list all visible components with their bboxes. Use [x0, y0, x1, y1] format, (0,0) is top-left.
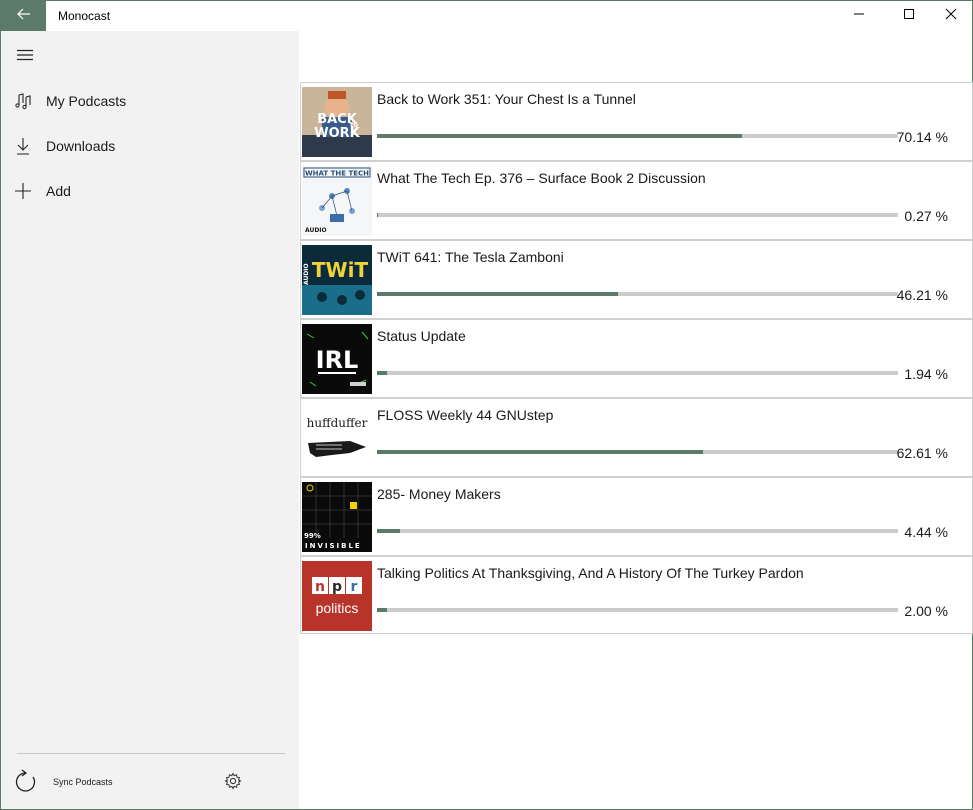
- episode-artwork: TWiT AUDIO: [302, 245, 372, 315]
- progress-fill: [377, 608, 388, 612]
- minimize-icon: [853, 7, 865, 25]
- progress-bar: [377, 450, 898, 454]
- episode-artwork: WHAT THE TECH AUDIO: [302, 166, 372, 236]
- progress-fill: [377, 450, 704, 454]
- episode-row[interactable]: IRL Status Update 1.94 %: [300, 319, 973, 398]
- sidebar-item-label: Add: [46, 183, 71, 199]
- sidebar-item-my-podcasts[interactable]: My Podcasts: [1, 81, 299, 121]
- sync-label: Sync Podcasts: [53, 777, 113, 787]
- episode-artwork: huffduffer: [302, 403, 372, 473]
- music-notes-icon: [13, 91, 33, 111]
- progress-bar: [377, 529, 898, 533]
- artwork-text: n: [315, 579, 325, 595]
- episode-row[interactable]: 99% INVISIBLE 285- Money Makers 4.44 %: [300, 477, 973, 556]
- episode-title: 285- Money Makers: [377, 486, 501, 502]
- artwork-text: IRL: [316, 346, 359, 374]
- progress-percent: 70.14 %: [896, 129, 948, 145]
- artwork-text: p: [332, 579, 342, 595]
- sidebar: My Podcasts Downloads Add Sync Podcasts: [1, 31, 299, 809]
- app-window: Monocast My Podcasts Downloads Add Sync …: [0, 0, 973, 810]
- progress-percent: 46.21 %: [896, 287, 948, 303]
- artwork-text: WHAT THE TECH: [305, 170, 369, 178]
- sidebar-divider: [17, 753, 285, 754]
- menu-button[interactable]: [7, 41, 43, 73]
- refresh-icon: [13, 769, 39, 795]
- progress-bar: [377, 292, 898, 296]
- sync-podcasts-button[interactable]: Sync Podcasts: [11, 767, 211, 797]
- back-button[interactable]: [1, 1, 46, 31]
- progress-percent: 0.27 %: [904, 208, 948, 224]
- maximize-button[interactable]: [886, 1, 932, 31]
- episode-artwork: 99% INVISIBLE: [302, 482, 372, 552]
- artwork-text: AUDIO: [303, 263, 310, 285]
- sidebar-item-add[interactable]: Add: [1, 171, 299, 211]
- episode-row[interactable]: BACK to WORK Back to Work 351: Your Ches…: [300, 82, 973, 161]
- plus-icon: [13, 181, 33, 201]
- sidebar-item-label: My Podcasts: [46, 93, 127, 109]
- artwork-text: WORK: [314, 126, 360, 141]
- settings-button[interactable]: [221, 771, 245, 795]
- progress-fill: [377, 134, 743, 138]
- arrow-left-icon: [16, 7, 31, 25]
- artwork-text: huffduffer: [307, 416, 368, 430]
- progress-percent: 4.44 %: [904, 524, 948, 540]
- episode-row[interactable]: n p r politics Talking Politics At Thank…: [300, 556, 973, 634]
- sidebar-item-downloads[interactable]: Downloads: [1, 126, 299, 166]
- title-bar: Monocast: [1, 1, 972, 31]
- progress-fill: [377, 292, 618, 296]
- episode-title: Talking Politics At Thanksgiving, And A …: [377, 565, 804, 581]
- artwork-text: TWiT: [312, 258, 369, 282]
- minimize-button[interactable]: [836, 1, 882, 31]
- progress-percent: 1.94 %: [904, 366, 948, 382]
- sidebar-item-label: Downloads: [46, 138, 116, 154]
- episode-row[interactable]: huffduffer FLOSS Weekly 44 GNUstep 62.61…: [300, 398, 973, 477]
- episode-row[interactable]: TWiT AUDIO TWiT 641: The Tesla Zamboni 4…: [300, 240, 973, 319]
- artwork-text: r: [351, 579, 358, 595]
- episode-artwork: BACK to WORK: [302, 87, 372, 157]
- artwork-text: 99%: [304, 532, 321, 540]
- close-button[interactable]: [928, 1, 973, 31]
- close-icon: [945, 7, 957, 25]
- episode-title: What The Tech Ep. 376 – Surface Book 2 D…: [377, 170, 706, 186]
- artwork-text: AUDIO: [305, 227, 327, 234]
- progress-bar: [377, 134, 898, 138]
- episode-title: Back to Work 351: Your Chest Is a Tunnel: [377, 91, 636, 107]
- progress-percent: 2.00 %: [904, 603, 948, 619]
- maximize-icon: [903, 7, 915, 25]
- hamburger-icon: [17, 48, 33, 66]
- progress-fill: [377, 371, 388, 375]
- artwork-text: politics: [316, 600, 359, 616]
- episode-title: Status Update: [377, 328, 466, 344]
- episode-title: FLOSS Weekly 44 GNUstep: [377, 407, 554, 423]
- artwork-text: INVISIBLE: [305, 542, 362, 550]
- app-title: Monocast: [58, 9, 111, 23]
- progress-bar: [377, 371, 898, 375]
- progress-fill: [377, 213, 379, 217]
- episode-title: TWiT 641: The Tesla Zamboni: [377, 249, 564, 265]
- progress-bar: [377, 213, 898, 217]
- episode-artwork: n p r politics: [302, 561, 372, 631]
- gear-icon: [224, 771, 242, 795]
- download-arrow-icon: [13, 136, 33, 156]
- progress-fill: [377, 529, 401, 533]
- progress-percent: 62.61 %: [896, 445, 948, 461]
- episode-row[interactable]: WHAT THE TECH AUDIO What The Tech Ep. 37…: [300, 161, 973, 240]
- episode-artwork: IRL: [302, 324, 372, 394]
- progress-bar: [377, 608, 898, 612]
